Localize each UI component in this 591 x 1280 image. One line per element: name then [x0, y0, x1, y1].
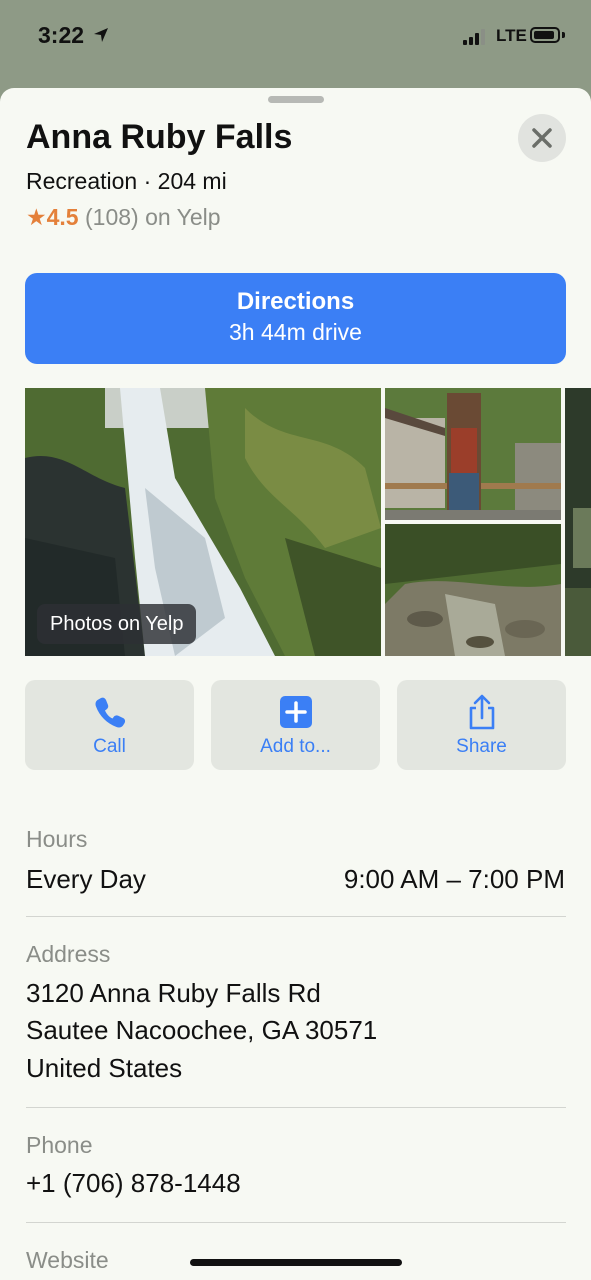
- share-label: Share: [456, 736, 507, 757]
- phone-icon: [95, 697, 126, 728]
- divider: [26, 1107, 566, 1108]
- photo-next-peek[interactable]: [565, 388, 591, 656]
- website-label: Website: [26, 1247, 109, 1273]
- share-button[interactable]: Share: [397, 680, 566, 770]
- photos-on-yelp-badge[interactable]: Photos on Yelp: [37, 604, 197, 644]
- phone-label: Phone: [26, 1132, 93, 1158]
- divider: [26, 1222, 566, 1223]
- star-icon: ★: [26, 204, 47, 230]
- hours-label: Hours: [26, 826, 88, 852]
- status-bar: 3:22 LTE: [0, 0, 591, 80]
- rating-review-count: (108) on Yelp: [78, 204, 221, 230]
- address-line-2[interactable]: Sautee Nacoochee, GA 30571: [26, 1011, 377, 1049]
- battery-icon: [530, 27, 560, 43]
- hours-time: 9:00 AM – 7:00 PM: [343, 864, 565, 894]
- phone-number[interactable]: +1 (706) 878-1448: [26, 1164, 241, 1202]
- directions-button[interactable]: Directions 3h 44m drive: [25, 273, 566, 364]
- add-to-label: Add to...: [260, 736, 331, 757]
- address-line-1[interactable]: 3120 Anna Ruby Falls Rd: [26, 974, 321, 1012]
- hours-day: Every Day: [26, 864, 146, 894]
- plus-square-icon: [280, 696, 312, 728]
- close-icon: [532, 128, 552, 148]
- photo-creek[interactable]: [385, 524, 561, 656]
- cellular-signal-icon: [463, 29, 491, 45]
- photo-carving[interactable]: [385, 388, 561, 520]
- carving-photo-image: [385, 388, 561, 520]
- place-title: Anna Ruby Falls: [26, 118, 293, 156]
- photo-gallery[interactable]: Photos on Yelp: [25, 388, 591, 656]
- add-to-button[interactable]: Add to...: [211, 680, 380, 770]
- address-line-3[interactable]: United States: [26, 1049, 182, 1087]
- share-icon: [469, 694, 495, 730]
- yelp-rating[interactable]: ★4.5 (108) on Yelp: [26, 204, 221, 231]
- status-time: 3:22: [38, 22, 85, 48]
- sheet-grabber[interactable]: [268, 96, 324, 103]
- close-button[interactable]: [518, 114, 566, 162]
- call-button[interactable]: Call: [25, 680, 194, 770]
- call-label: Call: [93, 736, 126, 757]
- directions-duration: 3h 44m drive: [229, 319, 362, 345]
- location-arrow-icon: [94, 28, 108, 42]
- creek-photo-image: [385, 524, 561, 656]
- home-indicator[interactable]: [190, 1259, 402, 1266]
- place-card-sheet: Anna Ruby Falls Recreation · 204 mi ★4.5…: [0, 88, 591, 1280]
- rating-score: 4.5: [46, 204, 79, 230]
- battery-nub: [562, 32, 565, 38]
- address-label: Address: [26, 941, 111, 967]
- place-subtitle: Recreation · 204 mi: [26, 168, 227, 194]
- peek-photo-image: [565, 388, 591, 656]
- network-type: LTE: [496, 26, 527, 45]
- photo-waterfall[interactable]: Photos on Yelp: [25, 388, 381, 656]
- directions-label: Directions: [236, 288, 355, 315]
- divider: [26, 916, 566, 917]
